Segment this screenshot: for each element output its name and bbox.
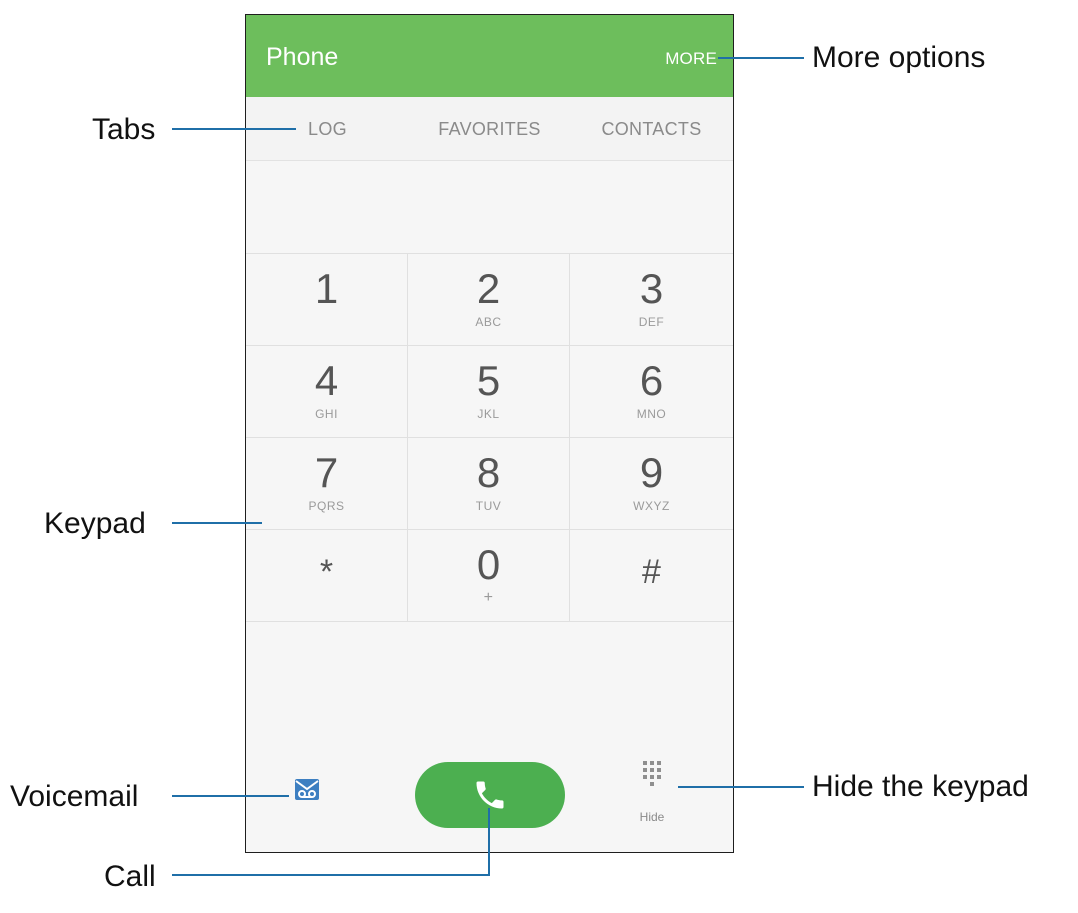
phone-handset-icon bbox=[476, 781, 504, 809]
callout-line-call-vertical bbox=[488, 808, 490, 876]
callout-tabs: Tabs bbox=[92, 113, 156, 146]
tab-contacts[interactable]: CONTACTS bbox=[570, 97, 733, 161]
key-5[interactable]: 5 JKL bbox=[408, 346, 570, 438]
dialpad-icon bbox=[643, 761, 661, 786]
key-letters: ABC bbox=[475, 315, 502, 329]
key-9[interactable]: 9 WXYZ bbox=[570, 438, 733, 530]
voicemail-button[interactable] bbox=[294, 776, 320, 802]
key-letters: GHI bbox=[315, 407, 338, 421]
key-0[interactable]: 0 + bbox=[408, 530, 570, 622]
callout-voicemail: Voicemail bbox=[10, 780, 139, 813]
key-digit: 5 bbox=[476, 357, 501, 404]
callout-keypad: Keypad bbox=[44, 507, 146, 540]
key-digit: 4 bbox=[314, 357, 339, 404]
key-letters: TUV bbox=[475, 499, 502, 513]
key-digit: 2 bbox=[476, 265, 501, 312]
callout-call: Call bbox=[104, 860, 156, 893]
key-digit: 3 bbox=[639, 265, 664, 312]
key-digit: # bbox=[642, 553, 661, 591]
key-digit: 9 bbox=[639, 449, 664, 496]
callout-line-more-options bbox=[718, 57, 804, 59]
key-letters: + bbox=[483, 589, 494, 606]
key-digit: 8 bbox=[476, 449, 501, 496]
key-4[interactable]: 4 GHI bbox=[246, 346, 408, 438]
key-7[interactable]: 7 PQRS bbox=[246, 438, 408, 530]
callout-hide-keypad: Hide the keypad bbox=[812, 770, 1029, 803]
callout-line-keypad bbox=[172, 522, 262, 524]
hide-label: Hide bbox=[639, 810, 665, 824]
tab-favorites[interactable]: FAVORITES bbox=[408, 97, 571, 161]
key-letters: JKL bbox=[477, 407, 500, 421]
key-letters: MNO bbox=[636, 407, 667, 421]
key-2[interactable]: 2 ABC bbox=[408, 254, 570, 346]
callout-line-hide-keypad bbox=[678, 786, 804, 788]
key-digit: 7 bbox=[314, 449, 339, 496]
callout-more-options: More options bbox=[812, 41, 986, 74]
callout-line-call-horizontal bbox=[172, 874, 490, 876]
key-letters: WXYZ bbox=[633, 499, 670, 513]
more-options-button[interactable]: MORE bbox=[665, 50, 717, 67]
key-digit: 6 bbox=[639, 357, 664, 404]
key-digit: * bbox=[319, 553, 334, 591]
key-1[interactable]: 1 bbox=[246, 254, 408, 346]
voicemail-icon bbox=[295, 779, 319, 800]
key-6[interactable]: 6 MNO bbox=[570, 346, 733, 438]
keypad: 1 2 ABC 3 DEF 4 GHI 5 JKL 6 MNO 7 PQRS 8 bbox=[246, 253, 733, 735]
phone-screen: Phone MORE LOG FAVORITES CONTACTS 1 2 AB… bbox=[245, 14, 734, 853]
hide-keypad-button[interactable]: Hide bbox=[624, 759, 680, 831]
key-8[interactable]: 8 TUV bbox=[408, 438, 570, 530]
app-bar: Phone MORE bbox=[246, 15, 733, 97]
callout-line-tabs bbox=[172, 128, 296, 130]
key-star[interactable]: * bbox=[246, 530, 408, 622]
app-title: Phone bbox=[266, 43, 339, 71]
key-digit: 0 bbox=[476, 541, 501, 588]
tab-bar: LOG FAVORITES CONTACTS bbox=[246, 97, 733, 161]
number-display bbox=[246, 161, 733, 253]
call-button[interactable] bbox=[415, 762, 565, 828]
key-letters: PQRS bbox=[308, 499, 345, 513]
key-digit: 1 bbox=[314, 265, 339, 312]
callout-line-voicemail bbox=[172, 795, 289, 797]
key-hash[interactable]: # bbox=[570, 530, 733, 622]
key-letters: DEF bbox=[638, 315, 665, 329]
key-3[interactable]: 3 DEF bbox=[570, 254, 733, 346]
